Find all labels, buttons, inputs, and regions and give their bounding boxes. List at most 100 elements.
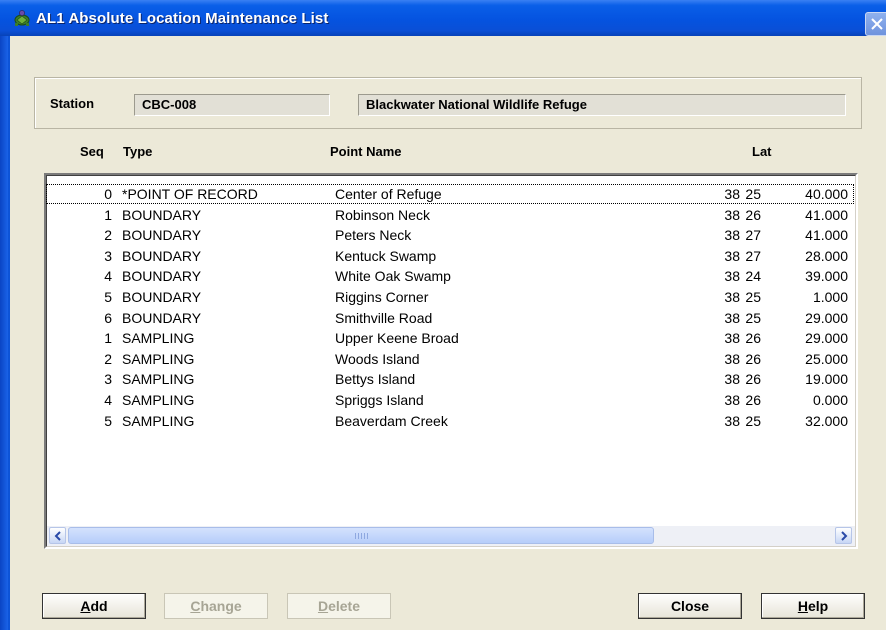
scrollbar-grip-icon <box>355 533 369 539</box>
row-lat-seconds: 1.000 <box>812 289 848 305</box>
row-seq: 3 <box>104 371 112 388</box>
list-row[interactable]: 1 SAMPLING Upper Keene Broad 38 26 29.000 <box>46 328 854 348</box>
column-header-lat: Lat <box>752 144 772 159</box>
row-point-name: Peters Neck <box>335 227 412 244</box>
list-row[interactable]: 3 BOUNDARY Kentuck Swamp 38 27 28.000 <box>46 246 854 266</box>
row-lat-seconds: 19.000 <box>805 371 848 388</box>
row-seq: 1 <box>104 206 112 223</box>
row-lat-seconds: 32.000 <box>805 412 848 429</box>
row-lat-minutes: 27 <box>745 227 761 244</box>
row-lat-seconds: 28.000 <box>805 247 848 264</box>
row-point-name: Upper Keene Broad <box>335 330 459 347</box>
window-left-border <box>0 36 8 630</box>
row-lat-minutes: 26 <box>745 392 761 408</box>
row-type: SAMPLING <box>122 392 195 408</box>
close-button[interactable]: Close <box>638 593 742 619</box>
list-row[interactable]: 2 BOUNDARY Peters Neck 38 27 41.000 <box>46 225 854 245</box>
row-type: SAMPLING <box>122 412 195 429</box>
main-window: AL1 Absolute Location Maintenance List S… <box>0 0 886 630</box>
row-lat-minutes: 24 <box>745 268 761 285</box>
row-type: SAMPLING <box>122 371 195 388</box>
list-row[interactable]: 1 BOUNDARY Robinson Neck 38 26 41.000 <box>46 205 854 225</box>
row-type: SAMPLING <box>122 330 195 347</box>
column-header-point-name: Point Name <box>330 144 402 159</box>
delete-label-rest: elete <box>328 598 361 614</box>
row-lat-minutes: 25 <box>745 309 761 326</box>
title-bar[interactable]: AL1 Absolute Location Maintenance List <box>0 0 886 36</box>
row-seq: 6 <box>104 309 112 326</box>
row-type: *POINT OF RECORD <box>122 186 258 202</box>
row-lat-seconds: 0.000 <box>812 392 848 408</box>
row-lat-seconds: 25.000 <box>805 350 848 367</box>
row-lat-minutes: 26 <box>745 371 761 388</box>
row-seq: 4 <box>104 268 112 285</box>
row-point-name: Center of Refuge <box>335 186 442 202</box>
list-row[interactable]: 4 SAMPLING Spriggs Island 38 26 0.000 <box>46 390 854 410</box>
turtle-icon <box>14 10 30 26</box>
row-lat-minutes: 26 <box>745 330 761 347</box>
row-type: BOUNDARY <box>122 268 202 285</box>
arrow-right-icon <box>841 531 848 541</box>
row-seq: 5 <box>104 289 112 305</box>
row-point-name: Smithville Road <box>335 309 433 326</box>
row-point-name: Woods Island <box>335 350 420 367</box>
station-label: Station <box>50 96 95 111</box>
list-row[interactable]: 3 SAMPLING Bettys Island 38 26 19.000 <box>46 369 854 389</box>
column-header-type: Type <box>123 144 153 159</box>
row-point-name: Kentuck Swamp <box>335 247 437 264</box>
row-lat-minutes: 26 <box>745 206 761 223</box>
list-row[interactable]: 5 BOUNDARY Riggins Corner 38 25 1.000 <box>46 287 854 307</box>
row-type: SAMPLING <box>122 350 195 367</box>
add-mnemonic: A <box>80 598 91 614</box>
column-header-seq: Seq <box>80 144 104 159</box>
row-lat-seconds: 29.000 <box>805 309 848 326</box>
list-row[interactable]: 0 *POINT OF RECORD Center of Refuge 38 25 40.… <box>46 184 854 204</box>
row-seq: 2 <box>104 227 112 244</box>
row-seq: 3 <box>104 247 112 264</box>
close-icon <box>871 18 883 30</box>
row-type: BOUNDARY <box>122 227 202 244</box>
list-row[interactable]: 5 SAMPLING Beaverdam Creek 38 25 32.000 <box>46 411 854 431</box>
row-type: BOUNDARY <box>122 247 202 264</box>
row-lat-seconds: 39.000 <box>805 268 848 285</box>
row-seq: 4 <box>104 392 112 408</box>
scrollbar-thumb[interactable] <box>68 527 654 544</box>
horizontal-scrollbar[interactable] <box>47 526 855 546</box>
scroll-left-button[interactable] <box>49 527 66 544</box>
list-row[interactable]: 4 BOUNDARY White Oak Swamp 38 24 39.000 <box>46 266 854 286</box>
row-lat-seconds: 41.000 <box>805 227 848 244</box>
window-left-border-inner <box>8 36 10 630</box>
change-button[interactable]: Change <box>164 593 268 619</box>
row-lat-minutes: 25 <box>745 289 761 305</box>
row-lat-minutes: 27 <box>745 247 761 264</box>
delete-button[interactable]: Delete <box>287 593 391 619</box>
add-button[interactable]: Add <box>42 593 146 619</box>
scroll-right-button[interactable] <box>835 527 852 544</box>
window-close-button[interactable] <box>865 12 886 36</box>
row-type: BOUNDARY <box>122 309 202 326</box>
delete-mnemonic: D <box>317 598 329 614</box>
row-point-name: White Oak Swamp <box>335 268 451 285</box>
row-point-name: Robinson Neck <box>335 206 430 223</box>
row-seq: 0 <box>104 186 112 202</box>
row-point-name: Spriggs Island <box>335 392 424 408</box>
help-button[interactable]: Help <box>761 593 865 619</box>
row-seq: 5 <box>104 412 112 429</box>
station-name-field[interactable]: Blackwater National Wildlife Refuge <box>358 94 846 116</box>
row-type: BOUNDARY <box>122 206 202 223</box>
location-list[interactable]: 0 *POINT OF RECORD Center of Refuge 38 25 40.… <box>44 173 858 549</box>
station-code-field[interactable]: CBC-008 <box>134 94 330 116</box>
add-label-rest: dd <box>90 598 108 614</box>
row-seq: 1 <box>104 330 112 347</box>
window-title: AL1 Absolute Location Maintenance List <box>36 10 329 27</box>
row-lat-seconds: 29.000 <box>805 330 848 347</box>
arrow-left-icon <box>54 531 61 541</box>
list-row[interactable]: 2 SAMPLING Woods Island 38 26 25.000 <box>46 349 854 369</box>
row-lat-seconds: 41.000 <box>805 206 848 223</box>
list-row[interactable]: 6 BOUNDARY Smithville Road 38 25 29.000 <box>46 308 854 328</box>
row-point-name: Bettys Island <box>335 371 416 388</box>
row-lat-minutes: 25 <box>745 186 761 202</box>
row-lat-seconds: 40.000 <box>805 186 848 202</box>
row-lat-minutes: 26 <box>745 350 761 367</box>
row-point-name: Beaverdam Creek <box>335 412 448 429</box>
